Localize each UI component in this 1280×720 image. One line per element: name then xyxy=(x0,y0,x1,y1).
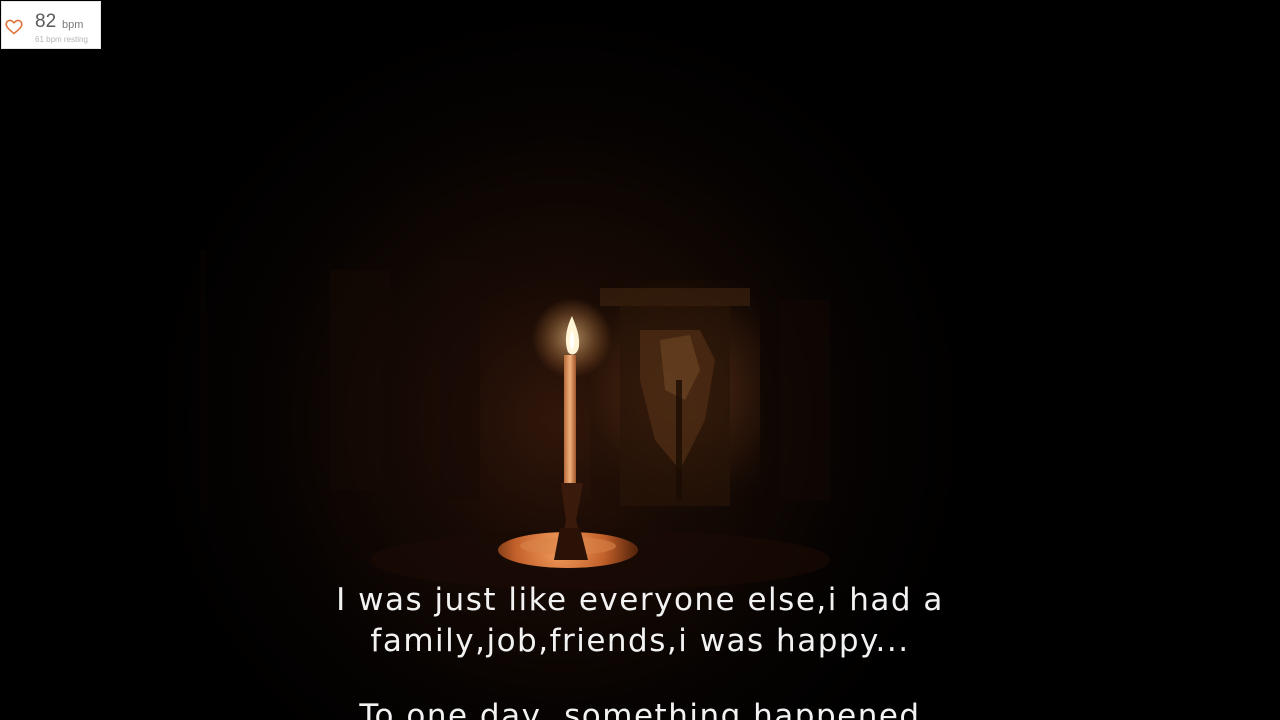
subtitle-line-1: I was just like everyone else,i had a xyxy=(336,582,944,618)
heart-outline-icon xyxy=(5,19,23,35)
heart-rate-value: 82 xyxy=(35,11,57,32)
resting-heart-rate: 61 bpm resting xyxy=(35,35,88,44)
heart-rate-unit: bpm xyxy=(62,19,84,31)
shrine-wall xyxy=(590,280,760,520)
heart-rate-widget: 82 bpm 61 bpm resting xyxy=(1,1,101,49)
subtitle-line-3-cut-off: To one day, something happened xyxy=(359,698,921,720)
subtitle-line-2: family,job,friends,i was happy... xyxy=(370,623,910,659)
subtitle-block: I was just like everyone else,i had a fa… xyxy=(0,580,1280,662)
